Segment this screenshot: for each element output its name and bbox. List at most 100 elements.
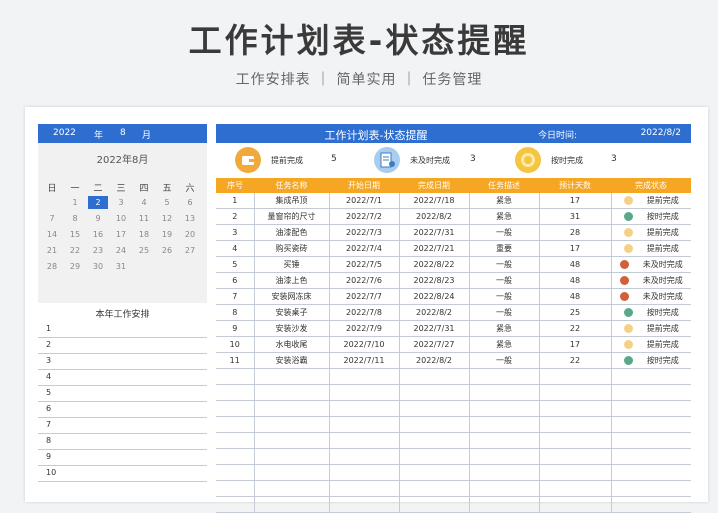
empty-cell[interactable] xyxy=(539,432,612,449)
cell-no[interactable]: 4 xyxy=(216,240,255,257)
cell-end[interactable]: 2022/7/21 xyxy=(399,240,470,257)
cell-name[interactable]: 安装浴霸 xyxy=(254,352,330,369)
cell-no[interactable]: 11 xyxy=(216,352,255,369)
empty-cell[interactable] xyxy=(399,448,470,465)
cell-end[interactable]: 2022/8/2 xyxy=(399,304,470,321)
empty-cell[interactable] xyxy=(611,384,691,401)
empty-cell[interactable] xyxy=(399,464,470,481)
cell-end[interactable]: 2022/7/31 xyxy=(399,320,470,337)
cell-desc[interactable]: 一般 xyxy=(469,256,540,273)
empty-cell[interactable] xyxy=(539,368,612,385)
empty-cell[interactable] xyxy=(216,448,255,465)
calendar-day[interactable]: 10 xyxy=(111,212,131,225)
cell-end[interactable]: 2022/8/2 xyxy=(399,208,470,225)
empty-cell[interactable] xyxy=(329,496,400,513)
calendar-day[interactable]: 28 xyxy=(42,260,62,273)
empty-cell[interactable] xyxy=(399,384,470,401)
date-value[interactable]: 2022/8/2 xyxy=(641,128,681,138)
cell-days[interactable]: 22 xyxy=(539,320,612,337)
cell-name[interactable]: 购买瓷砖 xyxy=(254,240,330,257)
calendar-day[interactable]: 18 xyxy=(134,228,154,241)
empty-cell[interactable] xyxy=(539,400,612,417)
empty-cell[interactable] xyxy=(216,384,255,401)
cell-end[interactable]: 2022/7/27 xyxy=(399,336,470,353)
yearly-plan-row[interactable]: 10 xyxy=(38,465,207,482)
empty-cell[interactable] xyxy=(469,480,540,497)
calendar-day[interactable]: 29 xyxy=(65,260,85,273)
empty-cell[interactable] xyxy=(469,384,540,401)
calendar-day[interactable]: 17 xyxy=(111,228,131,241)
cell-status[interactable]: 按时完成 xyxy=(611,304,691,321)
empty-cell[interactable] xyxy=(254,448,330,465)
cell-no[interactable]: 8 xyxy=(216,304,255,321)
calendar-day[interactable]: 31 xyxy=(111,260,131,273)
empty-cell[interactable] xyxy=(611,432,691,449)
yearly-plan-row[interactable]: 4 xyxy=(38,369,207,386)
cell-no[interactable]: 9 xyxy=(216,320,255,337)
cell-status[interactable]: 提前完成 xyxy=(611,240,691,257)
cell-days[interactable]: 22 xyxy=(539,352,612,369)
cell-status[interactable]: 提前完成 xyxy=(611,193,691,209)
empty-cell[interactable] xyxy=(539,448,612,465)
cell-start[interactable]: 2022/7/11 xyxy=(329,352,400,369)
calendar-day[interactable]: 14 xyxy=(42,228,62,241)
cell-days[interactable]: 28 xyxy=(539,224,612,241)
calendar-year-cell[interactable]: 2022 xyxy=(53,128,76,138)
empty-cell[interactable] xyxy=(539,480,612,497)
calendar-day[interactable]: 2 xyxy=(88,196,108,209)
empty-cell[interactable] xyxy=(254,496,330,513)
empty-cell[interactable] xyxy=(216,400,255,417)
cell-days[interactable]: 31 xyxy=(539,208,612,225)
cell-start[interactable]: 2022/7/5 xyxy=(329,256,400,273)
empty-cell[interactable] xyxy=(611,416,691,433)
cell-no[interactable]: 6 xyxy=(216,272,255,289)
calendar-day[interactable]: 8 xyxy=(65,212,85,225)
cell-status[interactable]: 未及时完成 xyxy=(611,288,691,305)
cell-desc[interactable]: 紧急 xyxy=(469,336,540,353)
empty-cell[interactable] xyxy=(216,432,255,449)
yearly-plan-row[interactable]: 8 xyxy=(38,433,207,450)
yearly-plan-row[interactable]: 3 xyxy=(38,353,207,370)
cell-status[interactable]: 提前完成 xyxy=(611,320,691,337)
empty-cell[interactable] xyxy=(399,416,470,433)
cell-desc[interactable]: 紧急 xyxy=(469,320,540,337)
cell-name[interactable]: 安装沙发 xyxy=(254,320,330,337)
empty-cell[interactable] xyxy=(216,496,255,513)
cell-no[interactable]: 3 xyxy=(216,224,255,241)
cell-status[interactable]: 未及时完成 xyxy=(611,256,691,273)
empty-cell[interactable] xyxy=(469,368,540,385)
cell-desc[interactable]: 一般 xyxy=(469,304,540,321)
empty-cell[interactable] xyxy=(254,400,330,417)
empty-cell[interactable] xyxy=(254,464,330,481)
empty-cell[interactable] xyxy=(329,400,400,417)
empty-cell[interactable] xyxy=(329,416,400,433)
cell-name[interactable]: 安装桌子 xyxy=(254,304,330,321)
empty-cell[interactable] xyxy=(329,448,400,465)
calendar-day[interactable]: 25 xyxy=(134,244,154,257)
empty-cell[interactable] xyxy=(216,464,255,481)
empty-cell[interactable] xyxy=(469,448,540,465)
cell-no[interactable]: 7 xyxy=(216,288,255,305)
cell-name[interactable]: 油漆配色 xyxy=(254,224,330,241)
cell-name[interactable]: 油漆上色 xyxy=(254,272,330,289)
cell-days[interactable]: 48 xyxy=(539,288,612,305)
empty-cell[interactable] xyxy=(469,464,540,481)
empty-cell[interactable] xyxy=(469,496,540,513)
empty-cell[interactable] xyxy=(329,432,400,449)
empty-cell[interactable] xyxy=(611,368,691,385)
cell-start[interactable]: 2022/7/4 xyxy=(329,240,400,257)
cell-status[interactable]: 未及时完成 xyxy=(611,272,691,289)
cell-no[interactable]: 10 xyxy=(216,336,255,353)
cell-name[interactable]: 集成吊顶 xyxy=(254,193,330,209)
cell-no[interactable]: 5 xyxy=(216,256,255,273)
cell-end[interactable]: 2022/7/31 xyxy=(399,224,470,241)
cell-end[interactable]: 2022/7/18 xyxy=(399,193,470,209)
empty-cell[interactable] xyxy=(329,384,400,401)
empty-cell[interactable] xyxy=(254,480,330,497)
cell-end[interactable]: 2022/8/22 xyxy=(399,256,470,273)
cell-status[interactable]: 按时完成 xyxy=(611,208,691,225)
calendar-day[interactable]: 30 xyxy=(88,260,108,273)
cell-start[interactable]: 2022/7/7 xyxy=(329,288,400,305)
calendar-day[interactable]: 11 xyxy=(134,212,154,225)
cell-start[interactable]: 2022/7/8 xyxy=(329,304,400,321)
